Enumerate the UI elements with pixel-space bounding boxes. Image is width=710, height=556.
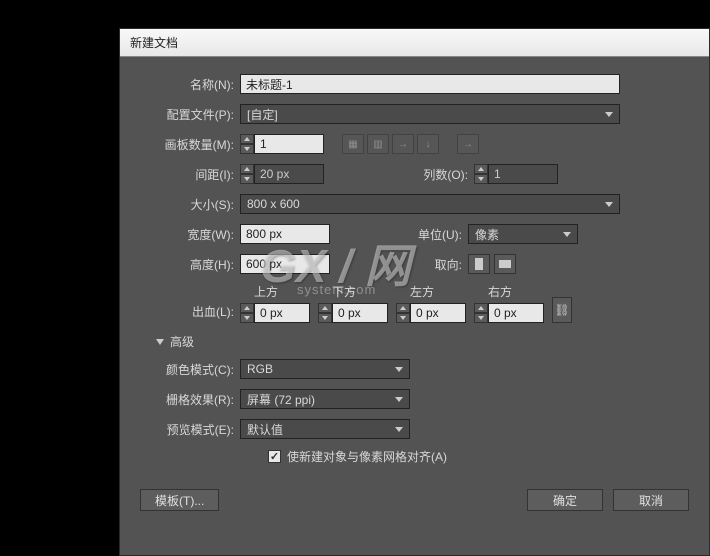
arrange-col-icon[interactable]: ↓ bbox=[417, 134, 439, 154]
template-button[interactable]: 模板(T)... bbox=[140, 489, 219, 511]
size-dropdown[interactable]: 800 x 600 bbox=[240, 194, 620, 214]
colormode-label: 颜色模式(C): bbox=[138, 361, 240, 378]
name-input[interactable] bbox=[240, 74, 620, 94]
columns-stepper[interactable] bbox=[474, 164, 488, 184]
name-label: 名称(N): bbox=[138, 76, 240, 93]
profile-dropdown[interactable]: [自定] bbox=[240, 104, 620, 124]
colormode-dropdown[interactable]: RGB bbox=[240, 359, 410, 379]
width-label: 宽度(W): bbox=[138, 226, 240, 243]
columns-input bbox=[488, 164, 558, 184]
chevron-down-icon bbox=[605, 112, 613, 117]
chevron-down-icon bbox=[563, 232, 571, 237]
stepper-down-icon[interactable] bbox=[240, 174, 254, 184]
bleed-bottom-stepper[interactable] bbox=[318, 303, 332, 323]
size-value: 800 x 600 bbox=[247, 197, 300, 211]
bleed-top-input[interactable] bbox=[254, 303, 310, 323]
ok-button[interactable]: 确定 bbox=[527, 489, 603, 511]
advanced-toggle[interactable]: 高级 bbox=[156, 333, 691, 350]
raster-label: 栅格效果(R): bbox=[138, 391, 240, 408]
new-document-dialog: 新建文档 名称(N): 配置文件(P): [自定] 画板数量(M): ▦ ▥ →… bbox=[119, 28, 710, 556]
spacing-input bbox=[254, 164, 324, 184]
bleed-left-label: 左方 bbox=[410, 283, 434, 300]
chevron-down-icon bbox=[395, 427, 403, 432]
chevron-down-icon bbox=[605, 202, 613, 207]
units-value: 像素 bbox=[475, 226, 499, 243]
bleed-top-stepper[interactable] bbox=[240, 303, 254, 323]
width-input[interactable] bbox=[240, 224, 330, 244]
raster-value: 屏幕 (72 ppi) bbox=[247, 391, 315, 408]
preview-dropdown[interactable]: 默认值 bbox=[240, 419, 410, 439]
size-label: 大小(S): bbox=[138, 196, 240, 213]
profile-label: 配置文件(P): bbox=[138, 106, 240, 123]
chevron-down-icon bbox=[395, 367, 403, 372]
stepper-up-icon[interactable] bbox=[240, 134, 254, 144]
bleed-top-label: 上方 bbox=[254, 283, 278, 300]
chevron-down-icon bbox=[395, 397, 403, 402]
spacing-label: 间距(I): bbox=[138, 166, 240, 183]
artboards-input[interactable] bbox=[254, 134, 324, 154]
arrange-rtl-icon[interactable]: → bbox=[457, 134, 479, 154]
align-pixel-grid-label: 使新建对象与像素网格对齐(A) bbox=[287, 448, 447, 465]
check-icon: ✓ bbox=[270, 450, 279, 463]
height-input[interactable] bbox=[240, 254, 330, 274]
stepper-up-icon[interactable] bbox=[474, 164, 488, 174]
grid-by-row-icon[interactable]: ▦ bbox=[342, 134, 364, 154]
align-pixel-grid-checkbox[interactable]: ✓ bbox=[268, 450, 281, 463]
arrange-row-icon[interactable]: → bbox=[392, 134, 414, 154]
units-dropdown[interactable]: 像素 bbox=[468, 224, 578, 244]
orient-label: 取向: bbox=[330, 256, 468, 273]
colormode-value: RGB bbox=[247, 362, 273, 376]
orient-landscape-button[interactable] bbox=[494, 254, 516, 274]
bleed-right-input[interactable] bbox=[488, 303, 544, 323]
stepper-down-icon[interactable] bbox=[240, 144, 254, 154]
dialog-title: 新建文档 bbox=[130, 34, 178, 51]
columns-label: 列数(O): bbox=[324, 166, 474, 183]
units-label: 单位(U): bbox=[330, 226, 468, 243]
preview-value: 默认值 bbox=[247, 421, 283, 438]
bleed-left-stepper[interactable] bbox=[396, 303, 410, 323]
bleed-right-stepper[interactable] bbox=[474, 303, 488, 323]
raster-dropdown[interactable]: 屏幕 (72 ppi) bbox=[240, 389, 410, 409]
artboards-stepper[interactable] bbox=[240, 134, 254, 154]
spacing-stepper[interactable] bbox=[240, 164, 254, 184]
stepper-up-icon[interactable] bbox=[240, 164, 254, 174]
bleed-right-label: 右方 bbox=[488, 283, 512, 300]
bleed-left-input[interactable] bbox=[410, 303, 466, 323]
artboards-label: 画板数量(M): bbox=[138, 136, 240, 153]
profile-value: [自定] bbox=[247, 106, 278, 123]
preview-label: 预览模式(E): bbox=[138, 421, 240, 438]
bleed-label: 出血(L): bbox=[138, 303, 240, 323]
bleed-bottom-input[interactable] bbox=[332, 303, 388, 323]
cancel-button[interactable]: 取消 bbox=[613, 489, 689, 511]
height-label: 高度(H): bbox=[138, 256, 240, 273]
advanced-label: 高级 bbox=[170, 333, 194, 350]
link-bleed-icon[interactable]: ⛓ bbox=[552, 297, 572, 323]
titlebar: 新建文档 bbox=[120, 29, 709, 57]
stepper-down-icon[interactable] bbox=[474, 174, 488, 184]
grid-by-col-icon[interactable]: ▥ bbox=[367, 134, 389, 154]
orient-portrait-button[interactable] bbox=[468, 254, 490, 274]
triangle-down-icon bbox=[156, 339, 164, 345]
bleed-bottom-label: 下方 bbox=[332, 283, 356, 300]
